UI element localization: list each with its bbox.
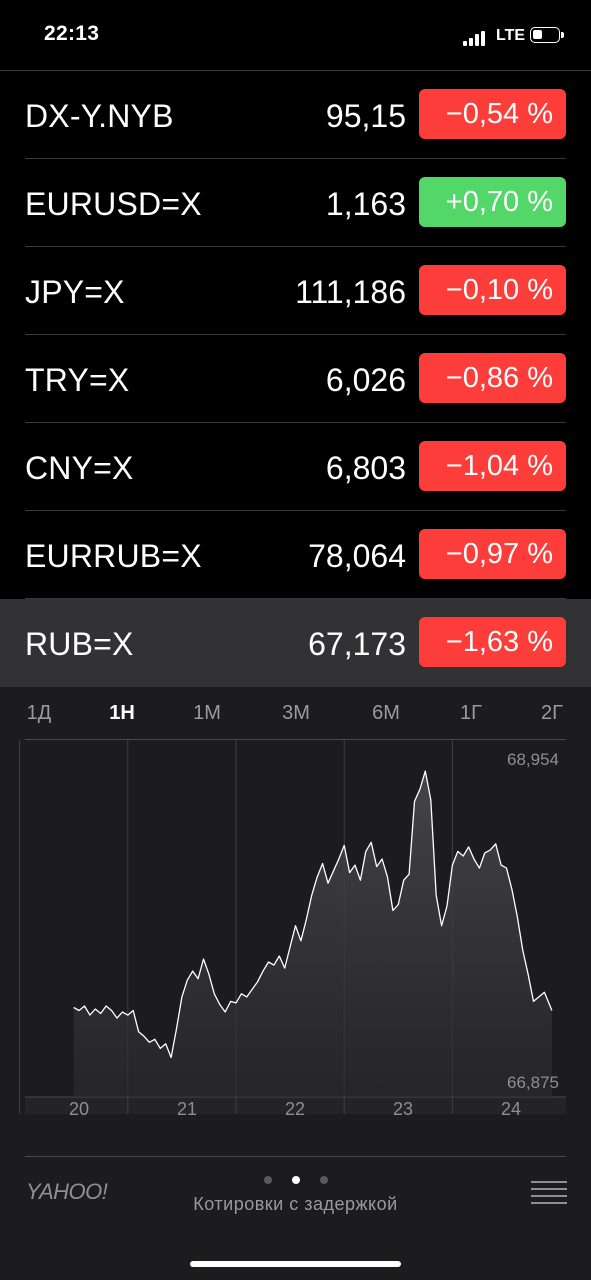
chart-svg	[19, 739, 566, 1114]
range-tab-2y[interactable]: 2Г	[541, 702, 563, 725]
stock-symbol: JPY=X	[25, 274, 125, 310]
network-type: LTE	[496, 27, 526, 44]
stock-price: 78,064	[308, 538, 406, 574]
stock-price: 6,026	[325, 362, 406, 398]
stock-row[interactable]: TRY=X 6,026 −0,86 %	[0, 335, 591, 423]
stock-symbol: DX-Y.NYB	[25, 98, 174, 134]
stock-row[interactable]: DX-Y.NYB 95,15 −0,54 %	[0, 71, 591, 159]
range-tab-1d[interactable]: 1Д	[27, 702, 52, 725]
y-low-label: 66,875	[507, 1073, 559, 1092]
status-bar: 22:13 LTE	[0, 0, 591, 70]
stock-row-selected[interactable]: RUB=X 67,173 −1,63 %	[0, 599, 591, 687]
page-dot	[264, 1176, 272, 1184]
range-tab-1m[interactable]: 1М	[193, 702, 221, 725]
change-badge[interactable]: −1,04 %	[419, 441, 566, 491]
x-tick-label: 24	[500, 1099, 522, 1119]
stock-row[interactable]: EURRUB=X 78,064 −0,97 %	[0, 511, 591, 599]
range-tab-3m[interactable]: 3М	[282, 702, 310, 725]
page-indicator[interactable]	[264, 1176, 328, 1184]
stock-symbol: TRY=X	[25, 362, 130, 398]
stock-symbol: RUB=X	[25, 626, 134, 662]
stock-list: DX-Y.NYB 95,15 −0,54 % EURUSD=X 1,163 +0…	[0, 70, 591, 687]
page-dot-active	[292, 1176, 300, 1184]
stock-price: 111,186	[295, 274, 406, 310]
stock-price: 6,803	[325, 450, 406, 486]
change-badge[interactable]: −0,10 %	[419, 265, 566, 315]
page-dot	[320, 1176, 328, 1184]
range-tab-1w[interactable]: 1Н	[109, 702, 135, 725]
stock-row[interactable]: CNY=X 6,803 −1,04 %	[0, 423, 591, 511]
footer-divider	[25, 1156, 566, 1157]
stock-symbol: EURRUB=X	[25, 538, 202, 574]
status-time: 22:13	[44, 22, 100, 45]
series-area	[73, 771, 552, 1097]
range-tab-6m[interactable]: 6М	[372, 702, 400, 725]
stock-price: 1,163	[325, 186, 406, 222]
x-tick-label: 20	[68, 1099, 90, 1119]
range-tabs: 1Д 1Н 1М 3М 6М 1Г 2Г	[0, 702, 591, 728]
change-badge[interactable]: −0,54 %	[419, 89, 566, 139]
change-badge[interactable]: −0,97 %	[419, 529, 566, 579]
x-tick-label: 22	[284, 1099, 306, 1119]
change-badge[interactable]: +0,70 %	[419, 177, 566, 227]
range-tab-1y[interactable]: 1Г	[460, 702, 482, 725]
x-tick-label: 23	[392, 1099, 414, 1119]
list-icon[interactable]	[531, 1181, 567, 1204]
x-tick-label: 21	[176, 1099, 198, 1119]
change-badge[interactable]: −0,86 %	[419, 353, 566, 403]
home-indicator[interactable]	[190, 1261, 401, 1267]
cellular-signal-icon	[463, 28, 491, 46]
battery-icon	[530, 27, 564, 43]
price-chart[interactable]: 68,954 66,875 20 21 22 23 24	[0, 739, 591, 1119]
stock-symbol: CNY=X	[25, 450, 134, 486]
change-badge[interactable]: −1,63 %	[419, 617, 566, 667]
stock-price: 95,15	[325, 98, 406, 134]
y-high-label: 68,954	[507, 750, 559, 769]
stock-row[interactable]: EURUSD=X 1,163 +0,70 %	[0, 159, 591, 247]
delay-note: Котировки с задержкой	[193, 1194, 398, 1214]
stock-symbol: EURUSD=X	[25, 186, 202, 222]
stock-price: 67,173	[308, 626, 406, 662]
stock-row[interactable]: JPY=X 111,186 −0,10 %	[0, 247, 591, 335]
chart-panel: 1Д 1Н 1М 3М 6М 1Г 2Г 68,954 66,875 20 21…	[0, 687, 591, 1280]
